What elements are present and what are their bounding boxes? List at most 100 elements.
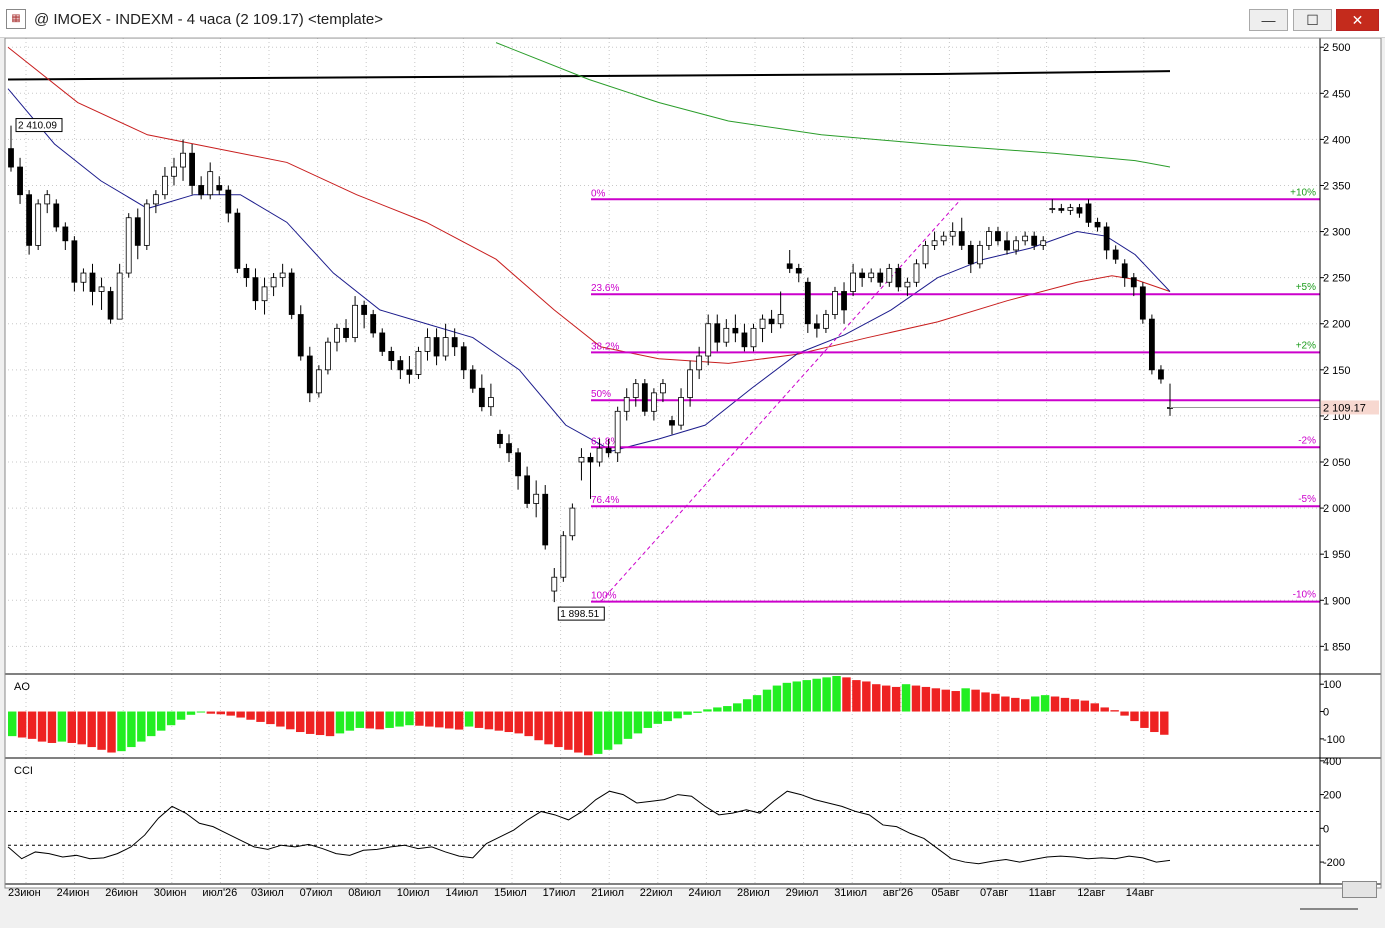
high-price-label: 2 410.09 xyxy=(18,121,57,132)
x-tick-label: 21июл xyxy=(591,887,624,899)
candle-body xyxy=(705,323,712,357)
chart-background xyxy=(5,38,1381,888)
cci-tick-label: 0 xyxy=(1323,823,1329,835)
candle-body xyxy=(116,272,123,320)
ao-bar xyxy=(385,711,394,728)
candle-body xyxy=(1158,369,1164,380)
ao-bar xyxy=(435,711,444,728)
x-tick-label: 22июл xyxy=(640,887,673,899)
candle-body xyxy=(343,327,349,338)
ao-bar xyxy=(1011,697,1020,712)
candle-body xyxy=(823,314,829,329)
ao-bar xyxy=(1160,711,1169,735)
ao-bar xyxy=(1001,696,1010,712)
y-tick-label: 1 850 xyxy=(1323,641,1351,653)
candle-body xyxy=(189,152,195,186)
ao-bar xyxy=(176,711,186,720)
candle-body xyxy=(967,244,974,265)
y-tick-label: 1 900 xyxy=(1323,595,1351,607)
fibonacci-level-label: 76.4% xyxy=(591,495,619,506)
ao-bar xyxy=(534,711,543,741)
candle-body xyxy=(171,166,177,177)
candle-body xyxy=(587,456,594,463)
y-tick-label: 2 350 xyxy=(1323,180,1351,192)
x-tick-label: 10июл xyxy=(397,887,430,899)
ao-bar xyxy=(623,711,633,739)
ao-bar xyxy=(325,711,335,737)
scroll-track[interactable] xyxy=(1300,908,1358,910)
candle-body xyxy=(234,212,241,269)
candle-body xyxy=(406,369,413,375)
candle-body xyxy=(98,286,105,292)
candle-body xyxy=(469,369,476,389)
candle-body xyxy=(379,332,386,352)
minimize-button[interactable]: — xyxy=(1249,9,1288,31)
x-tick-label: июл'26 xyxy=(202,887,237,899)
ao-label: AO xyxy=(14,681,30,693)
candle-body xyxy=(487,397,494,408)
candle-body xyxy=(578,456,585,463)
ao-bar xyxy=(881,685,891,712)
ao-bar xyxy=(941,689,951,712)
ao-bar xyxy=(961,688,970,712)
ao-bar xyxy=(206,711,216,714)
y-tick-label: 2 050 xyxy=(1323,457,1351,469)
scroll-thumb[interactable] xyxy=(1342,881,1377,898)
candle-body xyxy=(804,281,811,325)
chart-window-icon[interactable]: ▦ xyxy=(6,9,26,29)
y-tick-label: 2 250 xyxy=(1323,273,1351,285)
candle-body xyxy=(786,263,793,269)
ao-bar xyxy=(633,711,643,734)
candle-body xyxy=(180,152,186,168)
fibonacci-percent-label: -2% xyxy=(1298,435,1316,446)
ao-bar xyxy=(147,711,156,737)
close-button[interactable]: ✕ xyxy=(1336,9,1379,31)
candle-body xyxy=(270,277,277,288)
candle-body xyxy=(660,383,666,394)
candle-body xyxy=(315,369,322,394)
candle-body xyxy=(297,314,304,357)
fibonacci-level-label: 100% xyxy=(591,591,617,602)
ao-bar xyxy=(723,706,732,712)
x-tick-label: 26июн xyxy=(105,887,138,899)
candle-body xyxy=(714,323,721,343)
candle-body xyxy=(225,189,232,214)
x-tick-label: 12авг xyxy=(1077,887,1105,899)
candle-body xyxy=(940,235,947,242)
ao-bar xyxy=(822,677,831,712)
candle-body xyxy=(768,318,775,325)
candle-body xyxy=(650,392,657,412)
ao-bar xyxy=(544,711,553,745)
candle-body xyxy=(732,327,739,334)
ao-bar xyxy=(911,685,921,712)
candle-body xyxy=(198,185,205,196)
ao-bar xyxy=(504,711,514,733)
y-tick-label: 2 000 xyxy=(1323,503,1351,515)
x-tick-label: 31июл xyxy=(834,887,867,899)
ao-bar xyxy=(8,711,17,737)
ao-bar xyxy=(1150,711,1159,733)
maximize-button[interactable]: ☐ xyxy=(1293,9,1332,31)
ao-bar xyxy=(713,707,722,712)
candle-body xyxy=(551,576,558,592)
ao-bar xyxy=(643,711,653,728)
ao-bar xyxy=(931,688,941,712)
candle-body xyxy=(1094,221,1101,228)
x-tick-label: 23июн xyxy=(8,887,41,899)
ao-bar xyxy=(703,709,712,712)
ao-bar xyxy=(663,711,672,722)
candle-body xyxy=(279,272,286,279)
ao-bar xyxy=(286,711,295,730)
candle-body xyxy=(868,272,875,279)
chart-area[interactable]: 0%23.6%38.2%50%61.8%76.4%100%+10%+5%+2%-… xyxy=(0,38,1385,928)
candle-body xyxy=(614,410,621,454)
candle-body xyxy=(976,244,983,265)
ao-bar xyxy=(921,686,931,712)
fibonacci-percent-label: +5% xyxy=(1296,282,1316,293)
ao-bar xyxy=(454,711,464,730)
ao-bar xyxy=(345,711,355,731)
candle-body xyxy=(478,387,485,408)
ao-bar xyxy=(236,711,245,718)
ao-bar xyxy=(792,681,802,712)
ao-bar xyxy=(484,711,494,730)
